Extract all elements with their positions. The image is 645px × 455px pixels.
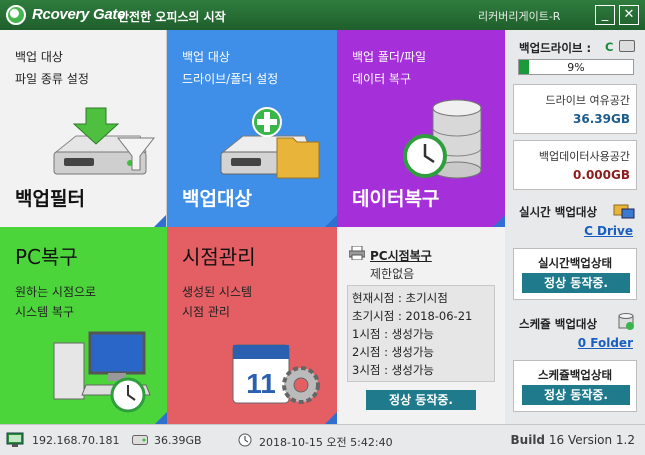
build-info: Build 16 Version 1.2 bbox=[511, 433, 635, 447]
network-icon bbox=[6, 432, 24, 447]
tile-title: 백업필터 bbox=[15, 188, 85, 210]
tile-line1: 원하는 시점으로 bbox=[15, 285, 97, 299]
window-title: 리커버리게이트-R bbox=[478, 10, 561, 23]
pc-clock-icon bbox=[53, 331, 151, 413]
pc-point-limit: 제한없음 bbox=[370, 267, 415, 281]
database-clock-icon bbox=[403, 99, 482, 179]
realtime-state-box: 실시간백업상태 정상 동작중. bbox=[513, 248, 637, 300]
backup-drive-label: 백업드라이브 : bbox=[519, 41, 592, 55]
recovery-gate-logo-icon bbox=[6, 5, 26, 25]
tile-line1: 백업 대상 bbox=[182, 50, 230, 64]
drive-usage-text: 9% bbox=[567, 61, 585, 74]
tile-corner bbox=[325, 215, 337, 227]
realtime-state-button[interactable]: 정상 동작중. bbox=[522, 273, 630, 293]
tile-pc-restore[interactable]: PC복구 원하는 시점으로 시스템 복구 bbox=[0, 227, 167, 424]
tile-backup-filter[interactable]: 백업 대상 파일 종류 설정 백업필터 bbox=[0, 30, 167, 227]
status-sidebar: 백업드라이브 : C 9% 드라이브 여유공간 36.39GB 백업데이터사용공… bbox=[505, 30, 645, 424]
tile-corner bbox=[325, 412, 337, 424]
used-space-value: 0.000GB bbox=[573, 168, 630, 182]
free-space-value: 36.39GB bbox=[573, 112, 630, 126]
free-space-box: 드라이브 여유공간 36.39GB bbox=[513, 84, 637, 134]
tile-line1: 생성된 시스템 bbox=[182, 285, 253, 299]
minimize-button[interactable]: _ bbox=[595, 5, 615, 25]
point-row: 2시점 : 생성가능 bbox=[352, 345, 434, 359]
disk-icon bbox=[132, 435, 148, 445]
tile-title: 데이터복구 bbox=[352, 188, 440, 210]
pc-point-restore-link[interactable]: PC시점복구 bbox=[370, 247, 432, 264]
tile-line1: 백업 대상 bbox=[15, 50, 63, 64]
tile-title: PC복구 bbox=[15, 245, 78, 269]
tile-line2: 데이터 복구 bbox=[352, 72, 412, 86]
tile-corner bbox=[493, 215, 505, 227]
tile-corner bbox=[154, 215, 166, 227]
database-icon bbox=[618, 313, 634, 330]
title-bar: Rcovery Gate 안전한 오피스의 시작 리커버리게이트-R _ ✕ bbox=[0, 0, 645, 30]
schedule-target-link[interactable]: 0 Folder bbox=[578, 336, 633, 350]
version-label: Version 1.2 bbox=[567, 433, 635, 447]
disk-free: 36.39GB bbox=[154, 434, 202, 447]
tile-data-restore[interactable]: 백업 폴더/파일 데이터 복구 데이터복구 bbox=[337, 30, 505, 227]
point-row: 현재시점 : 초기시점 bbox=[352, 291, 448, 305]
point-row: 초기시점 : 2018-06-21 bbox=[352, 309, 473, 323]
hdd-icon bbox=[619, 40, 635, 52]
tile-point-management[interactable]: 시점관리 생성된 시스템 시점 관리 11 bbox=[167, 227, 337, 424]
tile-line1: 백업 폴더/파일 bbox=[352, 50, 427, 64]
hdd-add-folder-icon bbox=[220, 107, 320, 179]
schedule-target-label: 스케쥴 백업대상 bbox=[519, 317, 598, 331]
ip-address: 192.168.70.181 bbox=[32, 434, 120, 447]
tile-corner bbox=[155, 412, 167, 424]
used-space-label: 백업데이터사용공간 bbox=[538, 150, 630, 163]
tile-backup-target[interactable]: 백업 대상 드라이브/폴더 설정 백업대상 bbox=[167, 30, 337, 227]
build-label: Build bbox=[510, 433, 546, 447]
point-status-button[interactable]: 정상 동작중. bbox=[366, 390, 476, 410]
realtime-target-label: 실시간 백업대상 bbox=[519, 205, 598, 219]
schedule-state-label: 스케쥴백업상태 bbox=[537, 368, 613, 382]
calendar-gear-icon: 11 bbox=[232, 344, 320, 404]
svg-text:11: 11 bbox=[246, 368, 276, 399]
schedule-state-button[interactable]: 정상 동작중. bbox=[522, 385, 630, 405]
realtime-state-label: 실시간백업상태 bbox=[537, 256, 613, 270]
drive-usage-bar: 9% bbox=[518, 59, 634, 75]
tile-line2: 파일 종류 설정 bbox=[15, 72, 89, 86]
realtime-target-link[interactable]: C Drive bbox=[584, 224, 633, 238]
close-button[interactable]: ✕ bbox=[619, 5, 639, 25]
schedule-state-box: 스케쥴백업상태 정상 동작중. bbox=[513, 360, 637, 412]
current-datetime: 2018-10-15 오전 5:42:40 bbox=[259, 436, 393, 449]
tile-line2: 드라이브/폴더 설정 bbox=[182, 72, 279, 86]
status-bar: 192.168.70.181 36.39GB 2018-10-15 오전 5:4… bbox=[0, 424, 645, 455]
tile-line2: 시점 관리 bbox=[182, 305, 230, 319]
used-space-box: 백업데이터사용공간 0.000GB bbox=[513, 140, 637, 190]
tile-title: 백업대상 bbox=[182, 188, 252, 210]
tile-title: 시점관리 bbox=[182, 245, 256, 269]
app-slogan: 안전한 오피스의 시작 bbox=[118, 10, 226, 24]
point-list: 현재시점 : 초기시점 초기시점 : 2018-06-21 1시점 : 생성가능… bbox=[347, 285, 495, 382]
build-number: 16 bbox=[548, 433, 565, 447]
free-space-label: 드라이브 여유공간 bbox=[545, 94, 630, 107]
hdd-filter-icon bbox=[53, 107, 156, 175]
tile-line2: 시스템 복구 bbox=[15, 305, 75, 319]
printer-icon bbox=[349, 246, 365, 260]
app-name: Rcovery Gate bbox=[32, 6, 126, 23]
network-folder-icon bbox=[613, 204, 635, 219]
point-row: 3시점 : 생성가능 bbox=[352, 363, 434, 377]
point-row: 1시점 : 생성가능 bbox=[352, 327, 434, 341]
backup-drive-letter: C bbox=[605, 40, 614, 54]
pc-point-restore-panel: PC시점복구 제한없음 현재시점 : 초기시점 초기시점 : 2018-06-2… bbox=[337, 227, 505, 424]
clock-icon bbox=[238, 433, 252, 447]
